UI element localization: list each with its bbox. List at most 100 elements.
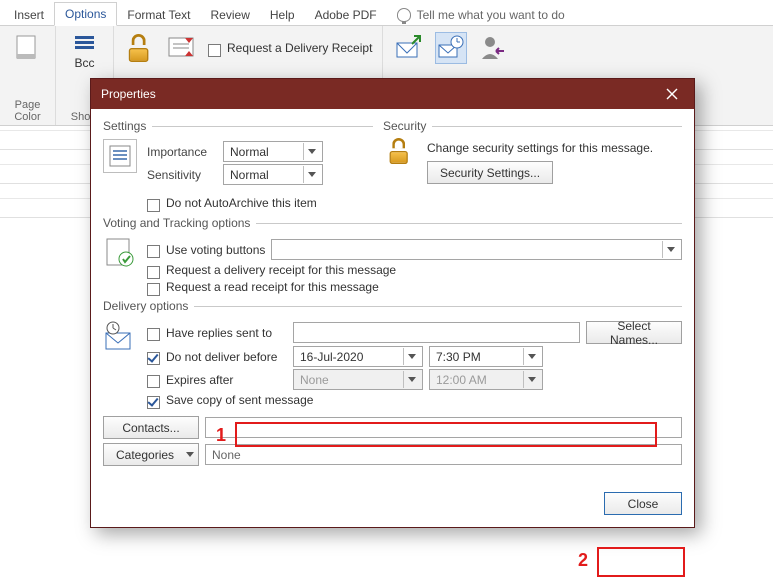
tab-format-text[interactable]: Format Text — [117, 4, 200, 26]
voting-legend: Voting and Tracking options — [103, 216, 250, 230]
dialog-close-button[interactable] — [650, 79, 694, 109]
contacts-button[interactable]: Contacts... — [103, 416, 199, 439]
tab-adobe-pdf[interactable]: Adobe PDF — [305, 4, 387, 26]
chevron-down-icon — [408, 377, 416, 382]
delivery-legend: Delivery options — [103, 299, 188, 313]
tab-review[interactable]: Review — [201, 4, 260, 26]
lock-icon — [126, 34, 154, 62]
properties-dialog: Properties Settings Importance Normal — [90, 78, 695, 528]
request-delivery-label: Request a delivery receipt for this mess… — [166, 263, 396, 277]
deliver-date-value: 16-Jul-2020 — [300, 350, 363, 364]
expires-date-select[interactable]: None — [293, 369, 423, 390]
bulb-icon — [397, 8, 411, 22]
chevron-down-icon — [408, 354, 416, 359]
deliver-time-select[interactable]: 7:30 PM — [429, 346, 543, 367]
checkbox-icon — [147, 199, 160, 212]
tell-me-search[interactable]: Tell me what you want to do — [387, 4, 575, 26]
have-replies-checkbox[interactable]: Have replies sent to — [147, 326, 287, 340]
expires-checkbox[interactable]: Expires after — [147, 373, 287, 387]
save-copy-checkbox[interactable]: Save copy of sent message — [147, 393, 682, 407]
expires-label: Expires after — [166, 373, 233, 387]
sensitivity-value: Normal — [230, 168, 269, 182]
person-reply-icon — [478, 33, 508, 63]
use-voting-label: Use voting buttons — [166, 243, 265, 257]
deliver-time-value: 7:30 PM — [436, 350, 481, 364]
checkbox-icon — [147, 328, 160, 341]
security-legend: Security — [383, 119, 426, 133]
dialog-titlebar[interactable]: Properties — [91, 79, 694, 109]
settings-legend: Settings — [103, 119, 146, 133]
do-not-deliver-checkbox[interactable]: Do not deliver before — [147, 350, 287, 364]
tab-insert[interactable]: Insert — [4, 4, 54, 26]
request-delivery-receipt-label: Request a Delivery Receipt — [227, 41, 372, 55]
importance-select[interactable]: Normal — [223, 141, 323, 162]
page-color-button[interactable] — [12, 32, 44, 64]
do-not-deliver-label: Do not deliver before — [166, 350, 277, 364]
security-desc: Change security settings for this messag… — [427, 141, 682, 155]
chevron-down-icon — [667, 247, 675, 252]
tab-help[interactable]: Help — [260, 4, 305, 26]
request-delivery-receipt-checkbox[interactable]: Request a Delivery Receipt — [208, 41, 372, 55]
checkbox-icon — [208, 44, 221, 57]
expires-time-value: 12:00 AM — [436, 373, 487, 387]
annotation-number-1: 1 — [216, 425, 226, 446]
contacts-input[interactable] — [205, 417, 682, 438]
bcc-button[interactable] — [74, 32, 94, 52]
permission-button[interactable] — [124, 32, 156, 64]
chevron-down-icon — [308, 172, 316, 177]
chevron-down-icon — [528, 354, 536, 359]
page-color-label: Page Color — [14, 99, 40, 123]
tell-me-label: Tell me what you want to do — [417, 8, 565, 22]
chevron-down-icon — [528, 377, 536, 382]
categories-label: Categories — [116, 448, 174, 462]
save-copy-label: Save copy of sent message — [166, 393, 313, 407]
categories-input[interactable]: None — [205, 444, 682, 465]
tab-options[interactable]: Options — [54, 2, 117, 26]
importance-label: Importance — [147, 145, 217, 159]
autoarchive-checkbox[interactable]: Do not AutoArchive this item — [147, 196, 317, 210]
request-delivery-checkbox[interactable]: Request a delivery receipt for this mess… — [147, 263, 682, 277]
chevron-down-icon — [186, 452, 194, 457]
bcc-icon — [74, 33, 94, 51]
close-button[interactable]: Close — [604, 492, 682, 515]
autoarchive-label: Do not AutoArchive this item — [166, 196, 317, 210]
security-settings-button[interactable]: Security Settings... — [427, 161, 553, 184]
chevron-down-icon — [308, 149, 316, 154]
use-voting-checkbox[interactable]: Use voting buttons — [147, 243, 265, 257]
categories-button[interactable]: Categories — [103, 443, 199, 466]
checkbox-icon — [147, 245, 160, 258]
checkbox-icon — [147, 375, 160, 388]
request-read-checkbox[interactable]: Request a read receipt for this message — [147, 280, 682, 294]
sensitivity-select[interactable]: Normal — [223, 164, 323, 185]
bcc-label: Bcc — [74, 56, 94, 70]
close-icon — [666, 88, 678, 100]
voting-buttons-select[interactable] — [271, 239, 682, 260]
annotation-box-2 — [597, 547, 685, 577]
save-sent-item-button[interactable] — [393, 32, 425, 64]
checkbox-icon — [147, 266, 160, 279]
direct-replies-button[interactable] — [477, 32, 509, 64]
categories-value: None — [212, 448, 241, 462]
page-color-icon — [14, 34, 42, 62]
sensitivity-label: Sensitivity — [147, 168, 217, 182]
ribbon-tabs: Insert Options Format Text Review Help A… — [0, 0, 773, 26]
importance-value: Normal — [230, 145, 269, 159]
annotation-number-2: 2 — [578, 550, 588, 571]
tracking-icon — [167, 34, 197, 62]
deliver-date-select[interactable]: 16-Jul-2020 — [293, 346, 423, 367]
envelope-arrow-icon — [394, 33, 424, 63]
checkbox-icon — [147, 283, 160, 296]
checkbox-checked-icon — [147, 396, 160, 409]
select-names-button[interactable]: Select Names... — [586, 321, 682, 344]
settings-icon — [103, 139, 137, 173]
delay-delivery-icon — [436, 33, 466, 63]
delay-delivery-button[interactable] — [435, 32, 467, 64]
dialog-title: Properties — [101, 87, 156, 101]
checkbox-checked-icon — [147, 352, 160, 365]
have-replies-input[interactable] — [293, 322, 580, 343]
request-read-label: Request a read receipt for this message — [166, 280, 379, 294]
voting-icon — [103, 236, 137, 270]
delivery-icon — [103, 319, 137, 353]
expires-time-select[interactable]: 12:00 AM — [429, 369, 543, 390]
tracking-button[interactable] — [166, 32, 198, 64]
